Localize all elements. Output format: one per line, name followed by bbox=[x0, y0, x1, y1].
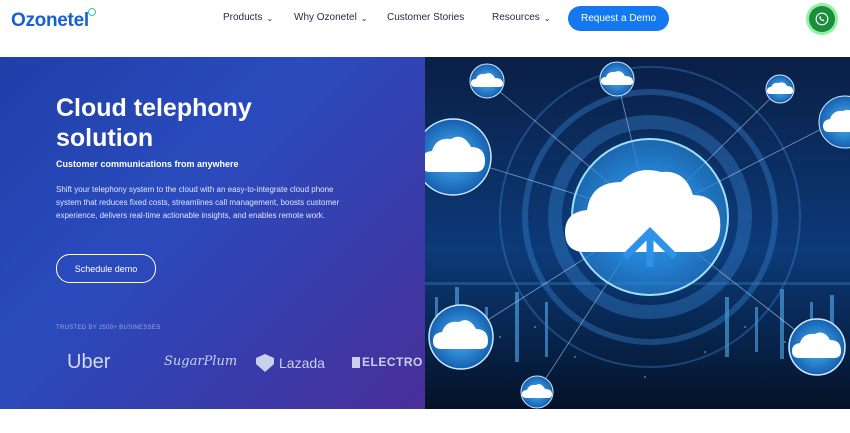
nav-stories-label: Customer Stories bbox=[387, 12, 465, 23]
hero-title-line2: solution bbox=[56, 124, 154, 152]
hero-title: Cloud telephony solution bbox=[56, 93, 356, 153]
electro-mark-icon bbox=[352, 356, 360, 368]
hero-illustration bbox=[425, 57, 850, 409]
page-bottom bbox=[0, 409, 850, 433]
lazada-logo: Lazada bbox=[279, 355, 325, 371]
nav-products[interactable]: Products ⌄ bbox=[223, 12, 273, 23]
nav-products-label: Products bbox=[223, 12, 263, 23]
lazada-logo-group: Lazada bbox=[254, 354, 325, 372]
hero-description: Shift your telephony system to the cloud… bbox=[56, 185, 340, 220]
ozonetel-logo[interactable]: Ozonetel bbox=[11, 10, 89, 32]
uber-logo: Uber bbox=[67, 351, 111, 373]
chevron-down-icon: ⌄ bbox=[543, 14, 551, 23]
hero-title-line1: Cloud telephony bbox=[56, 94, 252, 122]
electro-logo-group: ELECTRO bbox=[352, 355, 423, 369]
phone-icon bbox=[815, 12, 829, 26]
nav-why-ozonetel[interactable]: Why Ozonetel ⌄ bbox=[294, 12, 368, 23]
nav-why-label: Why Ozonetel bbox=[294, 12, 357, 23]
sugarplum-logo: SugarPlum bbox=[164, 354, 238, 369]
electro-logo: ELECTRO bbox=[362, 355, 423, 369]
trusted-label: TRUSTED BY 2500+ BUSINESSES bbox=[56, 325, 161, 331]
cloud-network-illustration bbox=[425, 57, 850, 409]
request-demo-button[interactable]: Request a Demo bbox=[568, 6, 669, 31]
nav-customer-stories[interactable]: Customer Stories bbox=[387, 12, 464, 23]
nav-resources[interactable]: Resources ⌄ bbox=[492, 12, 551, 23]
chevron-down-icon: ⌄ bbox=[266, 14, 274, 23]
logo-dot-icon bbox=[88, 8, 96, 16]
lazada-heart-icon bbox=[256, 354, 274, 372]
schedule-demo-button[interactable]: Schedule demo bbox=[56, 254, 156, 283]
hero-subtitle: Customer communications from anywhere bbox=[56, 159, 239, 169]
nav-resources-label: Resources bbox=[492, 12, 540, 23]
chevron-down-icon: ⌄ bbox=[360, 14, 368, 23]
whatsapp-call-button[interactable] bbox=[809, 6, 835, 32]
top-nav: Ozonetel Products ⌄ Why Ozonetel ⌄ Custo… bbox=[0, 0, 850, 57]
